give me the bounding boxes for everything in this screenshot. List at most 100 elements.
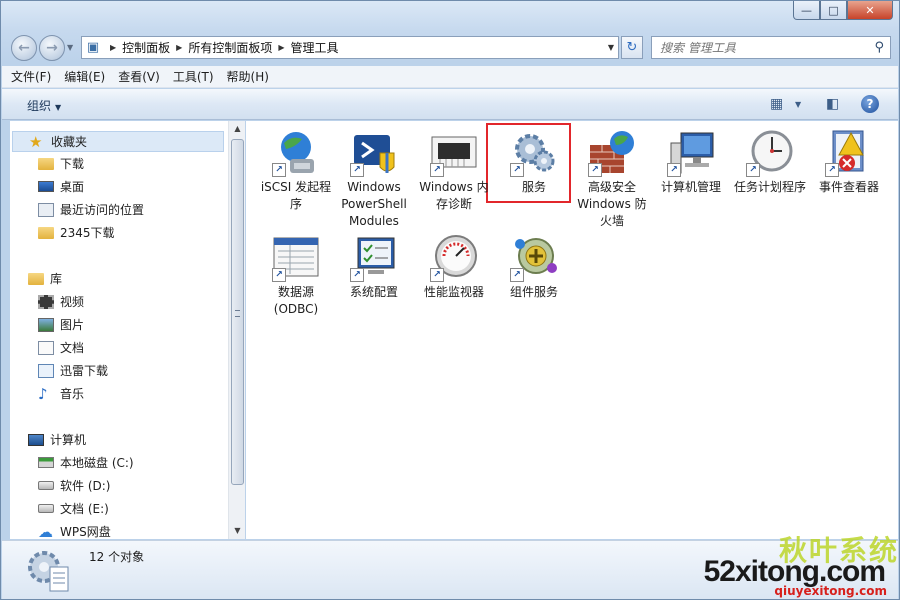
- breadcrumb-control-panel[interactable]: 控制面板: [122, 39, 170, 56]
- organize-button[interactable]: 组织 ▼: [27, 97, 61, 114]
- sidebar-favorites[interactable]: ★ 收藏夹: [12, 131, 224, 152]
- item-system-configuration[interactable]: ↗ 系统配置: [334, 234, 414, 301]
- crumb-separator-icon[interactable]: ▶: [176, 43, 182, 52]
- minimize-button[interactable]: —: [793, 1, 820, 20]
- item-component-services[interactable]: ↗ 组件服务: [494, 234, 574, 301]
- help-button[interactable]: ?: [861, 95, 879, 113]
- address-dropdown-icon[interactable]: ▼: [608, 43, 614, 52]
- menu-view[interactable]: 查看(V): [118, 68, 160, 85]
- scroll-up-icon[interactable]: ▲: [229, 121, 246, 137]
- close-button[interactable]: ✕: [847, 1, 893, 20]
- drive-icon: [38, 504, 54, 513]
- item-label: 系统配置: [349, 285, 398, 299]
- sidebar-computer[interactable]: 计算机: [28, 431, 86, 448]
- view-dropdown-icon[interactable]: ▼: [795, 100, 801, 109]
- breadcrumb-all-items[interactable]: 所有控制面板项: [188, 39, 272, 56]
- computer-icon: [28, 433, 44, 446]
- menu-help[interactable]: 帮助(H): [227, 68, 269, 85]
- sidebar-item-label: 本地磁盘 (C:): [60, 456, 134, 470]
- menu-bar: 文件(F) 编辑(E) 查看(V) 工具(T) 帮助(H): [2, 66, 898, 88]
- sidebar-item-drive-d[interactable]: 软件 (D:): [38, 477, 110, 494]
- sidebar-item-label: 软件 (D:): [60, 479, 111, 493]
- item-label: 数据源(ODBC): [273, 285, 319, 316]
- sidebar-item-drive-e[interactable]: 文档 (E:): [38, 500, 109, 517]
- shortcut-arrow-icon: ↗: [825, 163, 839, 177]
- system-drive-icon: [38, 457, 54, 468]
- sidebar-item-music[interactable]: ♪ 音乐: [38, 385, 84, 402]
- shortcut-arrow-icon: ↗: [510, 163, 524, 177]
- picture-icon: [38, 317, 54, 332]
- recent-places-icon: [38, 202, 54, 217]
- item-odbc[interactable]: ↗ 数据源(ODBC): [256, 234, 336, 318]
- item-memory-diagnostic[interactable]: ↗ Windows 内存诊断: [414, 129, 494, 213]
- breadcrumb-admin-tools[interactable]: 管理工具: [291, 39, 339, 56]
- forward-button[interactable]: →: [39, 35, 65, 61]
- item-label: 性能监视器: [423, 285, 484, 299]
- refresh-button[interactable]: ↻: [621, 36, 643, 59]
- search-box[interactable]: ⚲: [651, 36, 891, 59]
- shortcut-arrow-icon: ↗: [510, 268, 524, 282]
- sidebar-item-videos[interactable]: 视频: [38, 293, 84, 310]
- menu-edit[interactable]: 编辑(E): [64, 68, 105, 85]
- address-bar[interactable]: ▣ ▶ 控制面板 ▶ 所有控制面板项 ▶ 管理工具 ▼: [81, 36, 619, 59]
- recent-pages-dropdown[interactable]: ▼: [67, 43, 73, 52]
- shortcut-arrow-icon: ↗: [350, 268, 364, 282]
- shortcut-arrow-icon: ↗: [588, 163, 602, 177]
- control-panel-icon: ▣: [86, 40, 100, 55]
- search-icon[interactable]: ⚲: [874, 40, 884, 55]
- back-button[interactable]: ←: [11, 35, 37, 61]
- search-input[interactable]: [660, 40, 860, 55]
- shortcut-arrow-icon: ↗: [667, 163, 681, 177]
- scroll-down-icon[interactable]: ▼: [229, 523, 246, 539]
- watermark-url: qiuyexitong.com: [774, 584, 887, 598]
- preview-pane-icon[interactable]: ◧: [826, 96, 839, 112]
- sidebar-item-label: 最近访问的位置: [60, 203, 145, 217]
- item-label: 高级安全 Windows 防火墙: [577, 180, 647, 228]
- item-iscsi[interactable]: ↗ iSCSI 发起程序: [256, 129, 336, 213]
- menu-file[interactable]: 文件(F): [11, 68, 51, 85]
- item-powershell-modules[interactable]: ↗ Windows PowerShell Modules: [334, 129, 414, 230]
- item-computer-management[interactable]: ↗ 计算机管理: [651, 129, 731, 196]
- gears-icon: ↗: [510, 129, 558, 177]
- download-folder-icon: [38, 157, 54, 170]
- sidebar-item-2345-downloads[interactable]: 2345下载: [38, 224, 115, 241]
- odbc-icon: ↗: [272, 234, 320, 282]
- shortcut-arrow-icon: ↗: [272, 163, 286, 177]
- folder-icon: [38, 226, 54, 239]
- sidebar-item-drive-c[interactable]: 本地磁盘 (C:): [38, 454, 134, 471]
- shortcut-arrow-icon: ↗: [430, 268, 444, 282]
- sidebar-item-documents[interactable]: 文档: [38, 339, 84, 356]
- forward-arrow-icon: →: [46, 40, 58, 56]
- sidebar-item-pictures[interactable]: 图片: [38, 316, 84, 333]
- item-label: 任务计划程序: [733, 180, 806, 194]
- explorer-window: — □ ✕ ← → ▼ ▣ ▶ 控制面板 ▶ 所有控制面板项 ▶ 管理工具 ▼ …: [0, 0, 900, 600]
- sidebar-item-label: 收藏夹: [51, 135, 88, 149]
- sidebar-item-downloads[interactable]: 下载: [38, 155, 84, 172]
- video-icon: [38, 294, 54, 309]
- item-task-scheduler[interactable]: ↗ 任务计划程序: [730, 129, 810, 196]
- nav-pane-scrollbar[interactable]: ▲ ▼: [228, 121, 245, 539]
- file-list: ↗ iSCSI 发起程序 ↗ Windows PowerShell Module…: [246, 121, 898, 539]
- scrollbar-thumb[interactable]: [231, 139, 244, 485]
- view-options-icon[interactable]: ▦: [770, 96, 783, 112]
- sidebar-item-xunlei[interactable]: 迅雷下载: [38, 362, 108, 379]
- caption-buttons: — □ ✕: [793, 1, 893, 20]
- crumb-separator-icon[interactable]: ▶: [110, 43, 116, 52]
- item-performance-monitor[interactable]: ↗ 性能监视器: [414, 234, 494, 301]
- shortcut-arrow-icon: ↗: [430, 163, 444, 177]
- sidebar-item-wps-drive[interactable]: ☁ WPS网盘: [38, 523, 111, 539]
- item-event-viewer[interactable]: ↗ 事件查看器: [809, 129, 889, 196]
- item-services[interactable]: ↗ 服务: [494, 129, 574, 196]
- shortcut-arrow-icon: ↗: [350, 163, 364, 177]
- sidebar-item-label: 2345下载: [60, 226, 115, 240]
- sidebar-libraries[interactable]: 库: [28, 270, 62, 287]
- organize-label: 组织: [27, 99, 52, 113]
- item-firewall[interactable]: ↗ 高级安全 Windows 防火墙: [572, 129, 652, 230]
- sidebar-item-label: 文档: [60, 341, 85, 355]
- maximize-button[interactable]: □: [820, 1, 847, 20]
- crumb-separator-icon[interactable]: ▶: [278, 43, 284, 52]
- menu-tools[interactable]: 工具(T): [173, 68, 214, 85]
- sidebar-item-desktop[interactable]: 桌面: [38, 178, 84, 195]
- star-icon: ★: [29, 132, 43, 151]
- sidebar-item-recent[interactable]: 最近访问的位置: [38, 201, 144, 218]
